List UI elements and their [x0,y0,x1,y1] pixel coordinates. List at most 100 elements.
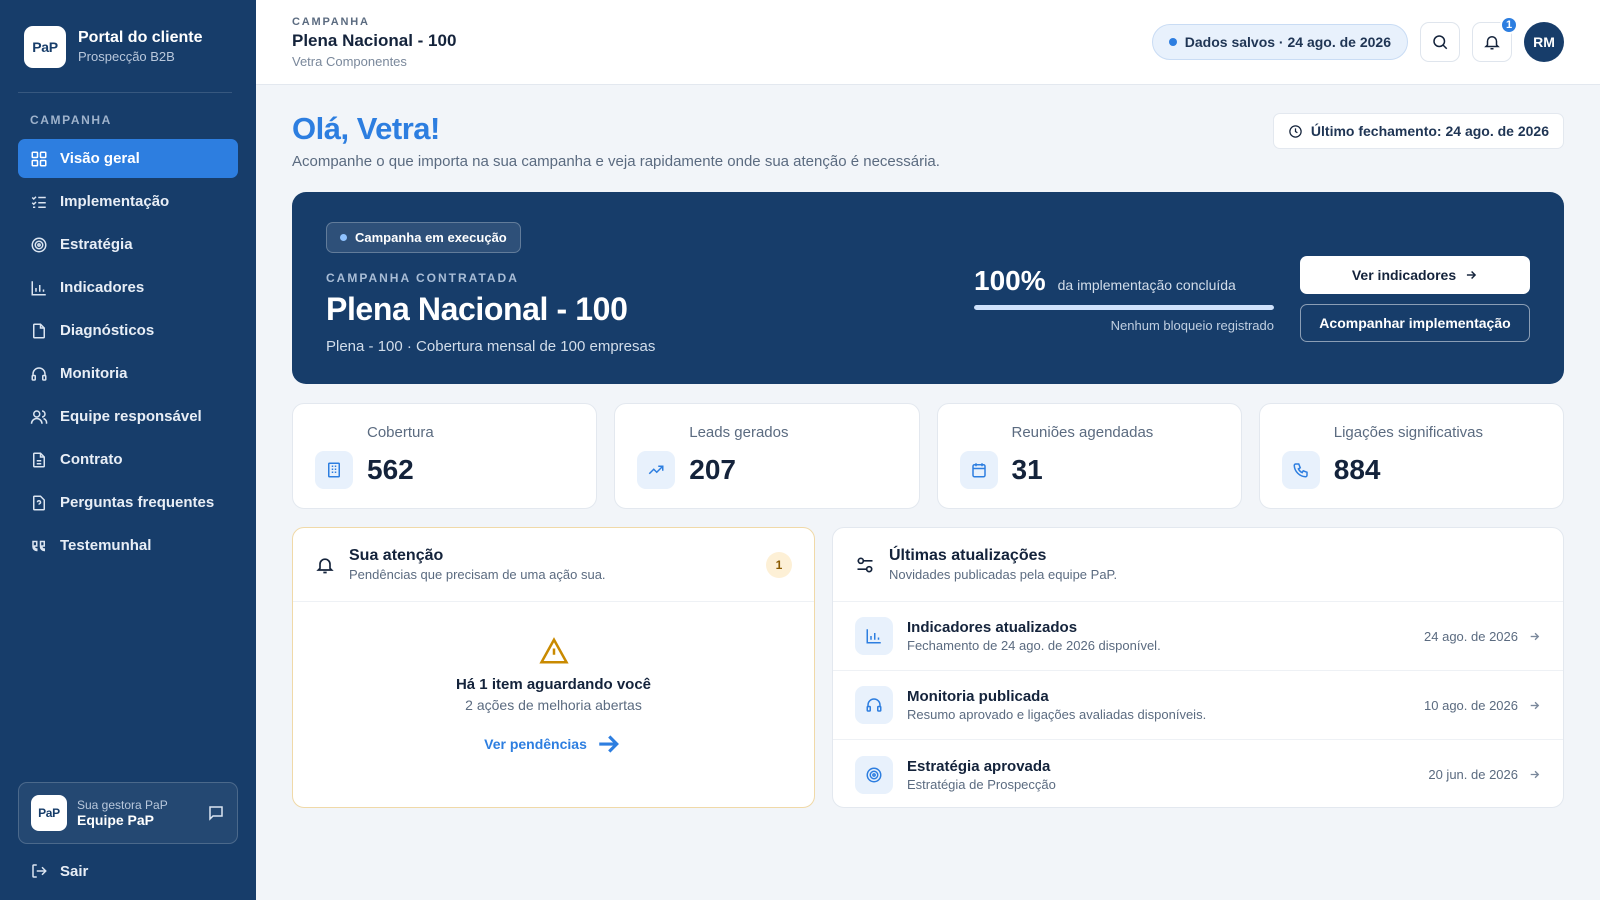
greeting-title: Olá, Vetra! [292,111,440,146]
sidebar-item-label: Diagnósticos [60,322,155,339]
brand-subtitle: Prospecção B2B [78,49,175,64]
attention-body: Há 1 item aguardando você 2 ações de mel… [293,602,814,759]
updates-title: Últimas atualizações [889,547,1047,564]
update-item[interactable]: Estratégia aprovada Estratégia de Prospe… [833,740,1563,807]
update-date: 10 ago. de 2026 [1424,697,1518,713]
bar-chart-icon [31,280,46,295]
stat-card-cobertura: Cobertura 562 [292,403,598,509]
blocker-note: Nenhum bloqueio registrado [1110,318,1274,333]
bell-icon [316,557,334,573]
calendar-icon [971,463,986,478]
status-dot [340,234,347,241]
stats-row: Cobertura 562 Leads gerados 207 Reuniões… [292,403,1564,509]
brand[interactable]: PaP Portal do cliente Prospecção B2B [18,0,232,93]
sliders-icon [857,557,873,572]
brand-title: Portal do cliente [78,29,203,46]
sidebar-item-label: Testemunhal [60,537,152,554]
saved-status-badge: Dados salvos · 24 ago. de 2026 [1151,24,1408,60]
stat-label: Ligações significativas [1333,424,1483,441]
sidebar-item-testemunhal[interactable]: Testemunhal [18,526,238,565]
bottom-row: Sua atenção Pendências que precisam de u… [292,527,1564,808]
sidebar-section-label: CAMPANHA [30,113,112,127]
sidebar-item-label: Monitoria [60,365,128,382]
update-title: Indicadores atualizados [907,619,1078,636]
sidebar-item-indicadores[interactable]: Indicadores [18,268,238,307]
search-button[interactable] [1420,22,1460,62]
track-implementation-button[interactable]: Acompanhar implementação [1300,304,1530,342]
trend-up-icon [648,465,664,475]
stat-card-ligacoes: Ligações significativas 884 [1258,403,1564,509]
logout-button[interactable]: Sair [30,862,88,880]
track-implementation-label: Acompanhar implementação [1319,315,1511,331]
greeting-subtitle: Acompanhe o que importa na sua campanha … [292,153,940,170]
phone-icon [1293,463,1308,478]
users-icon [30,409,48,424]
topbar-actions: Dados salvos · 24 ago. de 2026 1 RM [1151,16,1564,62]
target-icon [866,767,882,782]
update-date: 20 jun. de 2026 [1428,767,1518,782]
sidebar-item-diagnosticos[interactable]: Diagnósticos [18,311,238,350]
hero-right: 100% da implementação concluída Nenhum b… [974,222,1530,354]
arrow-right-icon [1530,632,1540,640]
view-pending-link[interactable]: Ver pendências [484,729,623,759]
progress-bar-fill [974,305,1274,310]
attention-card: Sua atenção Pendências que precisam de u… [292,527,815,808]
logout-icon [32,864,47,878]
document-icon [33,323,45,338]
view-indicators-button[interactable]: Ver indicadores [1300,256,1530,294]
sidebar-nav: Visão geral Implementação Estratégia Ind… [18,139,238,565]
topbar: CAMPANHA Plena Nacional - 100 Vetra Comp… [256,0,1600,85]
stat-value: 562 [367,454,414,485]
sidebar-item-contrato[interactable]: Contrato [18,440,238,479]
bar-chart-icon [866,629,881,644]
stat-value: 207 [689,454,736,485]
stat-label: Reuniões agendadas [1011,424,1154,441]
stat-label: Cobertura [367,424,434,441]
status-dot [1168,38,1177,46]
sidebar-item-monitoria[interactable]: Monitoria [18,354,238,393]
stat-value: 884 [1333,454,1381,485]
gestora-logo: PaP [31,795,67,831]
company-name: Vetra Componentes [292,53,407,69]
update-item[interactable]: Monitoria publicada Resumo aprovado e li… [833,671,1563,740]
last-closing-text: Último fechamento: 24 ago. de 2026 [1310,123,1549,139]
notification-count-badge: 1 [1500,16,1518,34]
view-pending-label: Ver pendências [484,736,587,752]
sidebar-item-label: Perguntas frequentes [60,494,215,511]
warning-icon [538,637,569,664]
arrow-right-icon [599,735,619,753]
brand-logo: PaP [24,26,66,68]
gestora-name: Equipe PaP [77,812,155,828]
pending-title: Há 1 item aguardando você [455,676,652,693]
updates-header: Últimas atualizações Novidades publicada… [833,528,1563,602]
sidebar-item-label: Estratégia [60,236,133,253]
avatar[interactable]: RM [1524,22,1564,62]
sidebar-item-faq[interactable]: Perguntas frequentes [18,483,238,522]
campaign-status-text: Campanha em execução [355,230,507,245]
stat-value: 31 [1011,454,1043,485]
notifications-button[interactable]: 1 [1472,16,1518,62]
update-title: Estratégia aprovada [907,757,1051,775]
pending-subtitle: 2 ações de melhoria abertas [465,697,642,713]
campaign-hero: Campanha em execução CAMPANHA CONTRATADA… [292,192,1564,384]
update-date: 24 ago. de 2026 [1424,628,1518,644]
clock-icon [1289,124,1302,138]
arrow-right-icon [1467,270,1477,280]
sidebar-item-implementacao[interactable]: Implementação [18,182,238,221]
update-item[interactable]: Indicadores atualizados Fechamento de 24… [833,602,1563,671]
sidebar-item-visao-geral[interactable]: Visão geral [18,139,238,178]
attention-title: Sua atenção [349,547,444,564]
updates-card: Últimas atualizações Novidades publicada… [832,527,1564,808]
gestora-card[interactable]: PaP Sua gestora PaP Equipe PaP [18,782,238,844]
hero-title: Plena Nacional - 100 [326,291,628,327]
sidebar-item-equipe[interactable]: Equipe responsável [18,397,238,436]
arrow-right-icon [1530,701,1540,709]
sidebar-item-estrategia[interactable]: Estratégia [18,225,238,264]
attention-header: Sua atenção Pendências que precisam de u… [293,528,814,602]
stat-card-leads: Leads gerados 207 [614,403,920,509]
hero-buttons: Ver indicadores Acompanhar implementação [1300,256,1530,342]
progress-label: da implementação concluída [1057,277,1236,293]
progress-bar [974,305,1274,310]
last-closing-badge: Último fechamento: 24 ago. de 2026 [1272,113,1564,149]
chat-icon[interactable] [207,804,225,822]
